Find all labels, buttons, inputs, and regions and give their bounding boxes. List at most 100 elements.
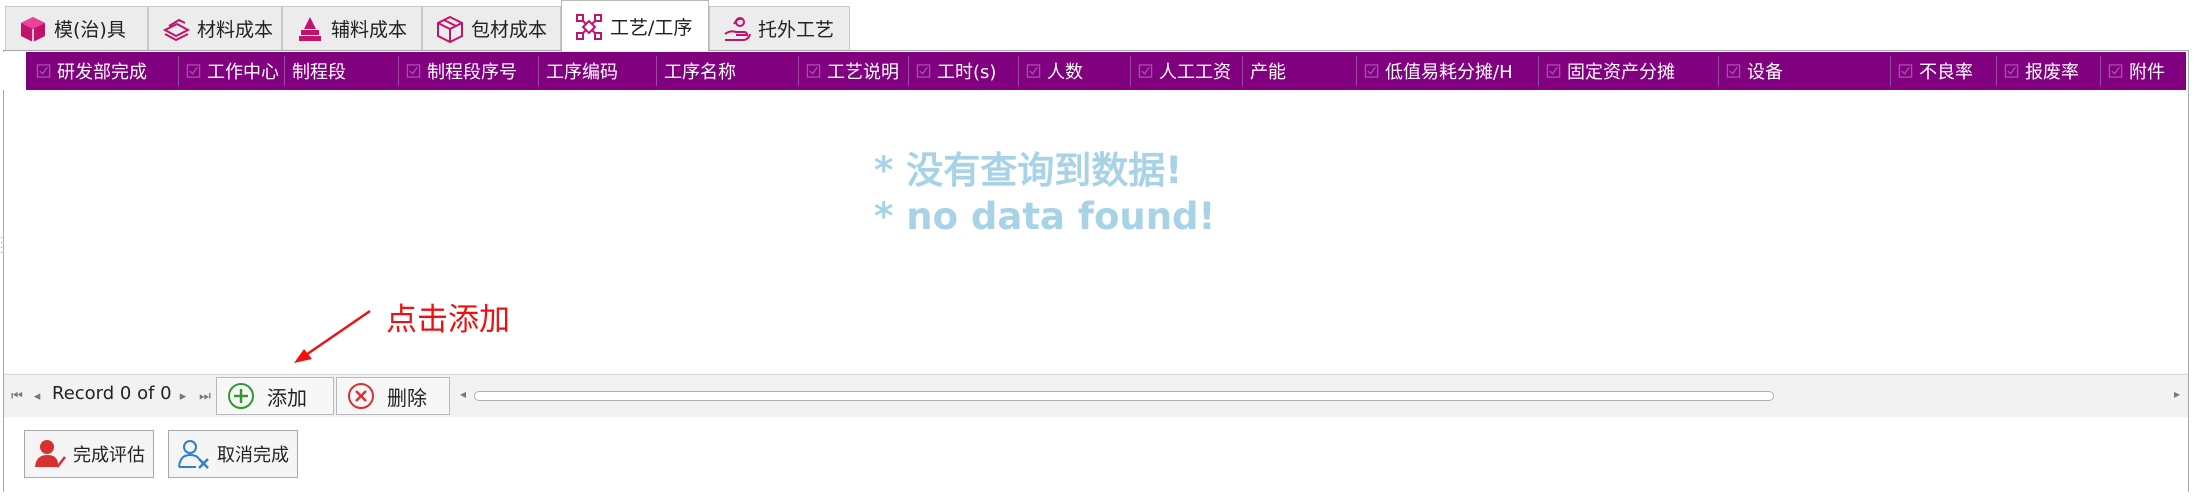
- column-separator[interactable]: [908, 56, 909, 86]
- add-label: 添加: [267, 385, 307, 410]
- splitter-grip[interactable]: · · · ·: [0, 234, 6, 259]
- cancel-completion-button[interactable]: 取消完成: [168, 430, 298, 478]
- column-header[interactable]: 工艺说明: [806, 52, 899, 90]
- column-header-label: 人数: [1047, 62, 1083, 83]
- tab-label: 材料成本: [197, 19, 274, 41]
- column-separator[interactable]: [1018, 56, 1019, 86]
- column-header[interactable]: 设备: [1726, 52, 1783, 90]
- scroll-right-icon[interactable]: ▸: [2174, 387, 2180, 401]
- column-header[interactable]: 不良率: [1898, 52, 1973, 90]
- horizontal-scrollbar[interactable]: ◂ ▸: [456, 385, 2184, 407]
- column-checkbox-icon[interactable]: [1546, 64, 1561, 79]
- column-separator[interactable]: [798, 56, 799, 86]
- column-header[interactable]: 工序名称: [664, 52, 736, 90]
- empty-message-zh: * 没有查询到数据!: [874, 149, 1183, 192]
- user-cancel-icon: [178, 440, 209, 469]
- prev-record-button[interactable]: ◂: [28, 385, 46, 407]
- tab-label: 托外工艺: [758, 19, 835, 41]
- tab-material-cost[interactable]: 材料成本: [148, 6, 282, 50]
- column-header[interactable]: 工作中心: [186, 52, 279, 90]
- column-header[interactable]: 报废率: [2004, 52, 2079, 90]
- empty-message-en: * no data found!: [874, 195, 1216, 238]
- complete-evaluation-label: 完成评估: [73, 445, 145, 466]
- column-checkbox-icon[interactable]: [406, 64, 421, 79]
- record-counter: Record 0 of 0: [52, 383, 172, 404]
- column-checkbox-icon[interactable]: [1726, 64, 1741, 79]
- column-separator[interactable]: [1996, 56, 1997, 86]
- material-stack-icon: [161, 14, 191, 44]
- tab-label: 包材成本: [471, 19, 548, 41]
- column-separator[interactable]: [1538, 56, 1539, 86]
- column-checkbox-icon[interactable]: [36, 64, 51, 79]
- column-header-label: 制程段: [292, 62, 346, 83]
- column-checkbox-icon[interactable]: [1026, 64, 1041, 79]
- column-header-label: 产能: [1250, 62, 1286, 83]
- column-header-label: 设备: [1747, 62, 1783, 83]
- column-header[interactable]: 附件: [2108, 52, 2165, 90]
- column-separator[interactable]: [538, 56, 539, 86]
- column-header[interactable]: 制程段序号: [406, 52, 517, 90]
- column-header[interactable]: 工序编码: [546, 52, 618, 90]
- column-checkbox-icon[interactable]: [1138, 64, 1153, 79]
- column-separator[interactable]: [1130, 56, 1131, 86]
- scrollbar-thumb[interactable]: [474, 391, 1774, 401]
- column-checkbox-icon[interactable]: [186, 64, 201, 79]
- delete-circle-icon: [348, 383, 374, 409]
- column-header[interactable]: 低值易耗分摊/H: [1364, 52, 1513, 90]
- package-icon: [435, 14, 465, 44]
- tab-label: 工艺/工序: [610, 17, 693, 39]
- tab-outsource-process[interactable]: 托外工艺: [709, 6, 850, 50]
- tab-label: 辅料成本: [331, 19, 408, 41]
- column-checkbox-icon[interactable]: [2004, 64, 2019, 79]
- column-header-label: 制程段序号: [427, 62, 517, 83]
- column-header[interactable]: 研发部完成: [36, 52, 147, 90]
- add-button[interactable]: 添加: [216, 377, 334, 415]
- column-header[interactable]: 人工工资: [1138, 52, 1231, 90]
- tab-auxiliary-cost[interactable]: 辅料成本: [282, 6, 422, 50]
- column-header[interactable]: 制程段: [292, 52, 346, 90]
- delete-button[interactable]: 删除: [336, 377, 450, 415]
- column-separator[interactable]: [1890, 56, 1891, 86]
- column-header-label: 报废率: [2025, 62, 2079, 83]
- column-separator[interactable]: [1356, 56, 1357, 86]
- first-record-button[interactable]: ⏮: [8, 385, 26, 407]
- column-header-label: 附件: [2129, 62, 2165, 83]
- column-checkbox-icon[interactable]: [806, 64, 821, 79]
- process-nodes-icon: [574, 12, 604, 42]
- column-header-label: 工作中心: [207, 62, 279, 83]
- column-checkbox-icon[interactable]: [2108, 64, 2123, 79]
- annotation-arrow-icon: [294, 309, 371, 363]
- next-record-button[interactable]: ▸: [174, 385, 192, 407]
- column-separator[interactable]: [178, 56, 179, 86]
- tab-package-cost[interactable]: 包材成本: [422, 6, 561, 50]
- column-separator[interactable]: [284, 56, 285, 86]
- row-indicator-header: [3, 52, 27, 90]
- tab-mold[interactable]: 模(治)具: [5, 6, 148, 50]
- column-header[interactable]: 工时(s): [916, 52, 996, 90]
- column-checkbox-icon[interactable]: [1364, 64, 1379, 79]
- column-header-label: 低值易耗分摊/H: [1385, 62, 1513, 83]
- column-header[interactable]: 产能: [1250, 52, 1286, 90]
- column-separator[interactable]: [656, 56, 657, 86]
- column-header[interactable]: 固定资产分摊: [1546, 52, 1675, 90]
- column-header[interactable]: 人数: [1026, 52, 1083, 90]
- column-separator[interactable]: [2100, 56, 2101, 86]
- complete-evaluation-button[interactable]: 完成评估: [24, 430, 154, 478]
- cancel-completion-label: 取消完成: [217, 445, 289, 466]
- column-separator[interactable]: [1718, 56, 1719, 86]
- last-record-button[interactable]: ⏭: [196, 385, 214, 407]
- column-separator[interactable]: [1242, 56, 1243, 86]
- column-header-label: 工时(s): [937, 62, 997, 83]
- annotation-text: 点击添加: [386, 302, 510, 338]
- tab-process[interactable]: 工艺/工序: [561, 0, 709, 52]
- scroll-left-icon[interactable]: ◂: [460, 387, 466, 401]
- tab-strip: 模(治)具 材料成本 辅料成本 包材成本 工艺/工序 托外工艺: [0, 0, 2196, 52]
- auxiliary-stack-icon: [295, 14, 325, 44]
- column-checkbox-icon[interactable]: [916, 64, 931, 79]
- column-checkbox-icon[interactable]: [1898, 64, 1913, 79]
- grid-navigator: ⏮ ◂ Record 0 of 0 ▸ ⏭ 添加 删除 ◂ ▸: [4, 374, 2188, 417]
- delete-label: 删除: [387, 385, 427, 410]
- cube-icon: [18, 14, 48, 44]
- plus-circle-icon: [228, 383, 254, 409]
- column-separator[interactable]: [398, 56, 399, 86]
